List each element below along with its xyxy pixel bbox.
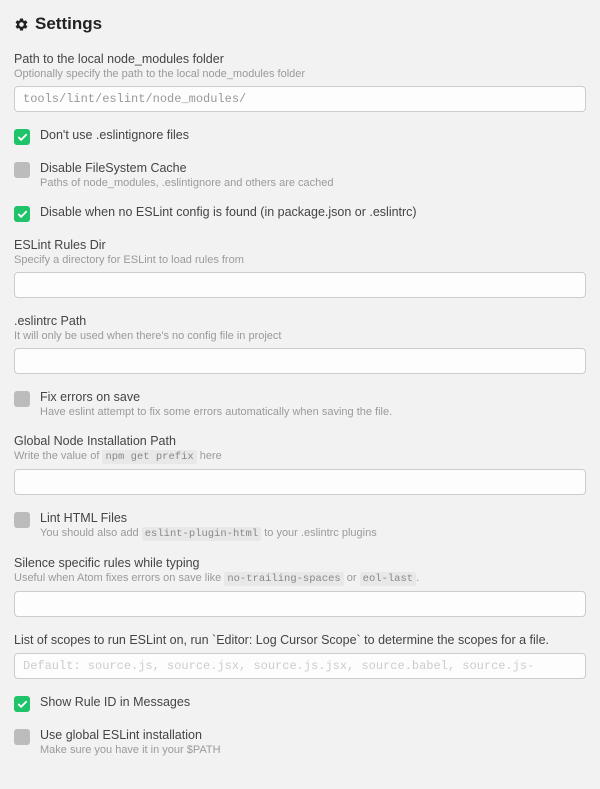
- subtext: Have eslint attempt to fix some errors a…: [40, 406, 586, 418]
- setting-lint-html: Lint HTML Files You should also add esli…: [14, 511, 586, 540]
- label: Silence specific rules while typing: [14, 556, 586, 570]
- setting-node-modules-path: Path to the local node_modules folder Op…: [14, 52, 586, 112]
- setting-disable-cache: Disable FileSystem Cache Paths of node_m…: [14, 161, 586, 189]
- label: Path to the local node_modules folder: [14, 52, 586, 66]
- label: Global Node Installation Path: [14, 434, 586, 448]
- code-snippet: eslint-plugin-html: [142, 527, 261, 541]
- label: ESLint Rules Dir: [14, 238, 586, 252]
- disable-no-config-checkbox[interactable]: [14, 206, 30, 222]
- settings-header: Settings: [14, 14, 586, 34]
- label: Show Rule ID in Messages: [40, 695, 586, 709]
- eslintrc-path-input[interactable]: [14, 348, 586, 374]
- subtext-post: here: [197, 450, 222, 462]
- settings-title: Settings: [35, 14, 102, 34]
- subtext: Paths of node_modules, .eslintignore and…: [40, 177, 586, 189]
- subtext: Write the value of npm get prefix here: [14, 450, 586, 463]
- subtext-pre: Useful when Atom fixes errors on save li…: [14, 572, 224, 584]
- subtext: Make sure you have it in your $PATH: [40, 744, 586, 756]
- ignore-files-checkbox[interactable]: [14, 129, 30, 145]
- code-snippet: eol-last: [360, 572, 416, 586]
- global-node-input[interactable]: [14, 469, 586, 495]
- setting-silence-rules: Silence specific rules while typing Usef…: [14, 556, 586, 617]
- subtext-post: .: [416, 572, 419, 584]
- use-global-checkbox[interactable]: [14, 729, 30, 745]
- label: Fix errors on save: [40, 390, 586, 404]
- setting-use-global: Use global ESLint installation Make sure…: [14, 728, 586, 756]
- setting-global-node: Global Node Installation Path Write the …: [14, 434, 586, 495]
- label: List of scopes to run ESLint on, run `Ed…: [14, 633, 586, 647]
- subtext: It will only be used when there's no con…: [14, 330, 586, 342]
- subtext: Specify a directory for ESLint to load r…: [14, 254, 586, 266]
- lint-html-checkbox[interactable]: [14, 512, 30, 528]
- subtext-pre: You should also add: [40, 527, 142, 539]
- code-snippet: npm get prefix: [102, 450, 196, 464]
- label: Disable FileSystem Cache: [40, 161, 586, 175]
- disable-cache-checkbox[interactable]: [14, 162, 30, 178]
- label: Use global ESLint installation: [40, 728, 586, 742]
- label: Lint HTML Files: [40, 511, 586, 525]
- label: .eslintrc Path: [14, 314, 586, 328]
- subtext: Useful when Atom fixes errors on save li…: [14, 572, 586, 585]
- label: Disable when no ESLint config is found (…: [40, 205, 586, 219]
- scopes-input[interactable]: [14, 653, 586, 679]
- subtext: You should also add eslint-plugin-html t…: [40, 527, 586, 540]
- setting-disable-no-config: Disable when no ESLint config is found (…: [14, 205, 586, 222]
- gear-icon: [14, 17, 29, 32]
- subtext: Optionally specify the path to the local…: [14, 68, 586, 80]
- subtext-mid: or: [344, 572, 360, 584]
- label: Don't use .eslintignore files: [40, 128, 586, 142]
- show-rule-id-checkbox[interactable]: [14, 696, 30, 712]
- fix-on-save-checkbox[interactable]: [14, 391, 30, 407]
- node-modules-path-input[interactable]: [14, 86, 586, 112]
- setting-show-rule-id: Show Rule ID in Messages: [14, 695, 586, 712]
- setting-eslintrc-path: .eslintrc Path It will only be used when…: [14, 314, 586, 374]
- subtext-post: to your .eslintrc plugins: [261, 527, 377, 539]
- setting-ignore-files: Don't use .eslintignore files: [14, 128, 586, 145]
- code-snippet: no-trailing-spaces: [224, 572, 343, 586]
- rules-dir-input[interactable]: [14, 272, 586, 298]
- setting-scopes: List of scopes to run ESLint on, run `Ed…: [14, 633, 586, 679]
- setting-rules-dir: ESLint Rules Dir Specify a directory for…: [14, 238, 586, 298]
- settings-panel: Settings Path to the local node_modules …: [0, 0, 600, 789]
- subtext-pre: Write the value of: [14, 450, 102, 462]
- setting-fix-on-save: Fix errors on save Have eslint attempt t…: [14, 390, 586, 418]
- silence-rules-input[interactable]: [14, 591, 586, 617]
